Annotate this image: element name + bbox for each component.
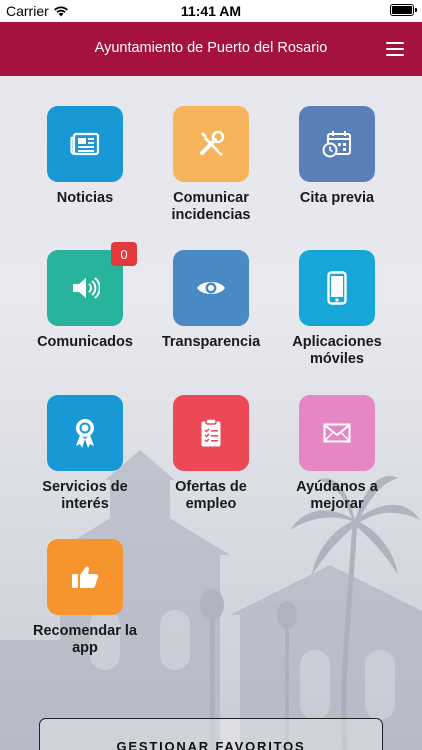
tile-aplicaciones-moviles[interactable]: Aplicaciones móviles [277, 250, 397, 368]
tile-ofertas-de-empleo[interactable]: Ofertas de empleo [151, 395, 271, 513]
tile-icon-transparencia[interactable] [173, 250, 249, 326]
tile-label: Noticias [56, 190, 114, 206]
tile-icon-recomendar-la-app[interactable] [47, 539, 123, 615]
status-time: 11:41 AM [180, 3, 242, 19]
tile-servicios-de-interes[interactable]: Servicios de interés [25, 395, 145, 513]
eye-icon [197, 282, 225, 294]
tile-icon-comunicar-incidencias[interactable] [173, 106, 249, 182]
manage-favorites-label: GESTIONAR FAVORITOS [116, 739, 306, 750]
thumbs-up-icon [72, 566, 99, 588]
newspaper-icon [70, 132, 100, 156]
tile-label: Comunicados [37, 334, 133, 350]
menu-icon-line [386, 48, 404, 50]
tile-icon-ayudanos-a-mejorar[interactable] [299, 395, 375, 471]
tools-icon [200, 130, 225, 156]
tile-label: Recomendar la app [33, 623, 137, 656]
app-header: Ayuntamiento de Puerto del Rosario [0, 22, 422, 76]
award-icon [76, 419, 94, 448]
app-title: Ayuntamiento de Puerto del Rosario [94, 40, 328, 56]
battery-icon [390, 4, 417, 16]
tile-recomendar-la-app[interactable]: Recomendar la app [25, 539, 145, 657]
tile-icon-aplicaciones-moviles[interactable] [299, 250, 375, 326]
menu-button[interactable] [386, 42, 404, 56]
tile-noticias[interactable]: Noticias [25, 106, 145, 207]
notification-badge: 0 [111, 242, 137, 266]
tile-label: Cita previa [299, 190, 375, 206]
tile-icon-ofertas-de-empleo[interactable] [173, 395, 249, 471]
status-right [390, 4, 417, 16]
tile-icon-noticias[interactable] [47, 106, 123, 182]
tile-icon-cita-previa[interactable] [299, 106, 375, 182]
tile-icon-servicios-de-interes[interactable] [47, 395, 123, 471]
tile-icon-comunicados[interactable]: 0 [47, 242, 137, 326]
tile-label: Aplicaciones móviles [292, 334, 382, 367]
menu-icon-line [386, 42, 404, 44]
tile-transparencia[interactable]: Transparencia [151, 250, 271, 351]
envelope-icon [323, 423, 351, 443]
tile-label: Servicios de interés [42, 479, 128, 512]
tile-label: Comunicar incidencias [171, 190, 251, 223]
tile-comunicados[interactable]: 0 Comunicados [25, 242, 145, 351]
manage-favorites-button[interactable]: GESTIONAR FAVORITOS [39, 718, 383, 750]
tile-label: Transparencia [161, 334, 261, 350]
phone-icon [327, 271, 347, 305]
speaker-icon [73, 277, 100, 299]
tile-ayudanos-a-mejorar[interactable]: Ayúdanos a mejorar [277, 395, 397, 513]
status-bar: Carrier 11:41 AM [0, 0, 422, 22]
menu-icon-line [386, 54, 404, 56]
clipboard-icon [201, 418, 221, 447]
calendar-clock-icon [322, 131, 351, 158]
tile-comunicar-incidencias[interactable]: Comunicar incidencias [151, 106, 271, 224]
tile-label: Ofertas de empleo [175, 479, 247, 512]
tile-cita-previa[interactable]: Cita previa [277, 106, 397, 207]
tile-label: Ayúdanos a mejorar [296, 479, 378, 512]
